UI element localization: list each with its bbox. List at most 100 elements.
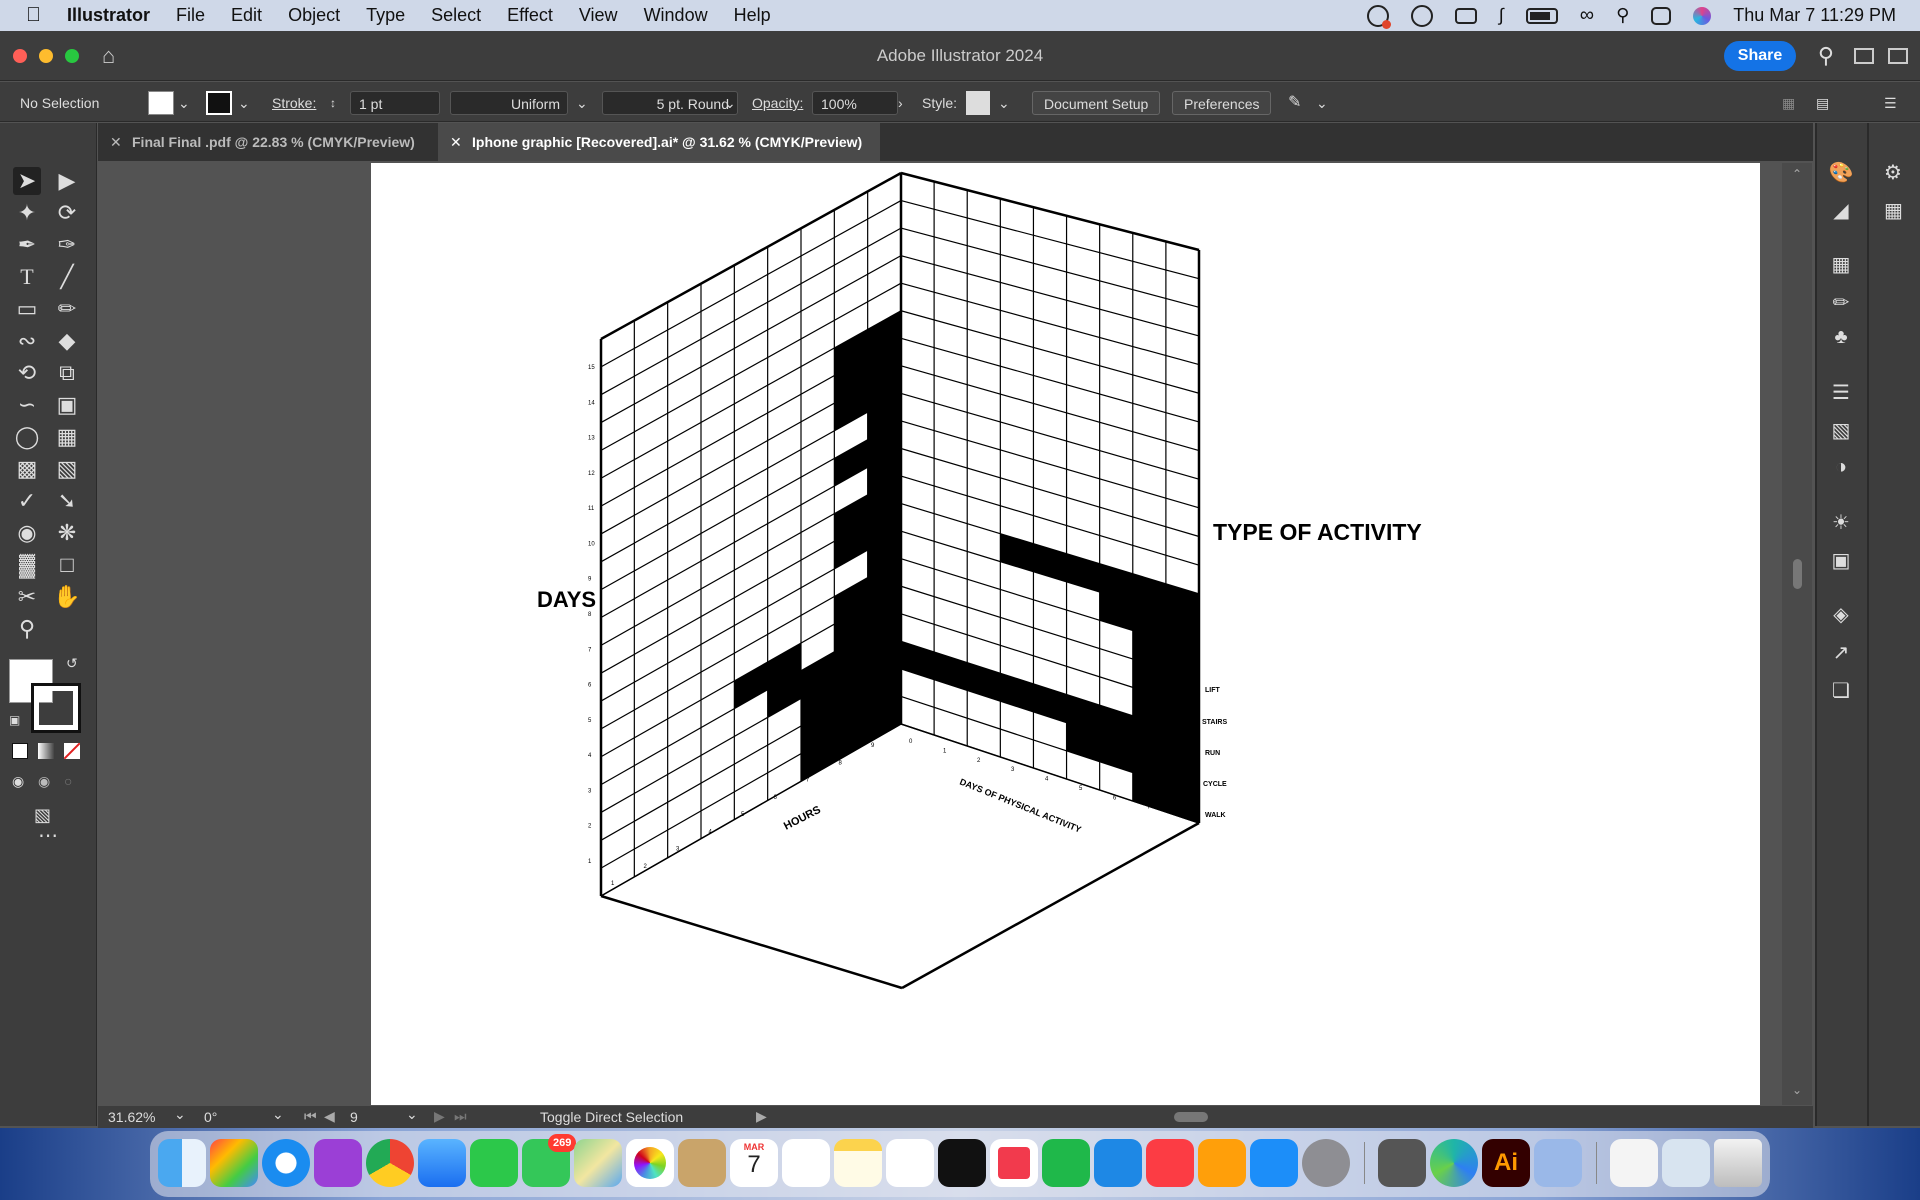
direct-selection-tool-icon[interactable]: ▶: [53, 167, 81, 195]
style-swatch[interactable]: [966, 91, 990, 115]
app-store-icon[interactable]: [1250, 1139, 1298, 1187]
opacity-field[interactable]: 100%: [812, 91, 898, 115]
fill-dropdown-chevron-icon[interactable]: ⌄: [178, 91, 190, 115]
recent-files-stack-icon[interactable]: [1662, 1139, 1710, 1187]
preferences-button[interactable]: Preferences: [1172, 91, 1272, 115]
numbers-icon[interactable]: [1042, 1139, 1090, 1187]
maps-icon[interactable]: [574, 1139, 622, 1187]
color-guide-icon[interactable]: ◢: [1828, 198, 1854, 222]
control-center-icon[interactable]: [1651, 6, 1672, 25]
menu-type[interactable]: Type: [366, 5, 405, 26]
libraries-panel-icon[interactable]: ▦: [1884, 198, 1903, 223]
search-icon[interactable]: ⚲: [1818, 43, 1834, 69]
stroke-swatch[interactable]: [206, 91, 232, 115]
apple-tv-icon[interactable]: [938, 1139, 986, 1187]
hand-tool-icon[interactable]: ✋: [53, 583, 81, 611]
horizontal-scroll-thumb[interactable]: [1174, 1112, 1208, 1122]
menu-app-name[interactable]: Illustrator: [67, 5, 150, 26]
spotlight-search-icon[interactable]: ⚲: [1616, 5, 1629, 26]
zoom-tool-icon[interactable]: ⚲: [13, 615, 41, 643]
freeform-icon[interactable]: [886, 1139, 934, 1187]
lasso-tool-icon[interactable]: ⟳: [53, 199, 81, 227]
creative-cloud-icon[interactable]: [1366, 4, 1391, 29]
scroll-up-icon[interactable]: ⌃: [1792, 167, 1802, 181]
profile-chevron-icon[interactable]: ⌄: [576, 91, 588, 115]
first-artboard-icon[interactable]: ⏮: [304, 1108, 317, 1125]
contacts-icon[interactable]: [678, 1139, 726, 1187]
width-tool-icon[interactable]: ∽: [13, 391, 41, 419]
rotate-tool-icon[interactable]: ⟲: [13, 359, 41, 387]
artboards-icon[interactable]: ❏: [1828, 678, 1854, 702]
menu-edit[interactable]: Edit: [231, 5, 262, 26]
scroll-down-icon[interactable]: ⌄: [1792, 1083, 1802, 1097]
symbol-sprayer-tool-icon[interactable]: ❋: [53, 519, 81, 547]
scroll-thumb[interactable]: [1793, 559, 1802, 589]
horizontal-scrollbar[interactable]: [778, 1108, 1798, 1126]
brush-definition[interactable]: 5 pt. Round: [602, 91, 738, 115]
color-mode-button[interactable]: [12, 743, 28, 759]
none-mode-button[interactable]: [64, 743, 80, 759]
quick-actions-chevron-icon[interactable]: ⌄: [1316, 91, 1328, 115]
clock[interactable]: Thu Mar 7 11:29 PM: [1733, 5, 1896, 26]
variable-width-profile[interactable]: Uniform: [450, 91, 568, 115]
magic-wand-tool-icon[interactable]: ✦: [13, 199, 41, 227]
sync-icon[interactable]: [1410, 4, 1433, 27]
transparency-icon[interactable]: ◑: [1828, 456, 1854, 480]
keyboard-icon[interactable]: [1454, 7, 1477, 24]
perspective-grid-tool-icon[interactable]: ▦: [53, 423, 81, 451]
swatches-icon[interactable]: ▦: [1828, 252, 1854, 276]
menu-effect[interactable]: Effect: [507, 5, 553, 26]
shape-builder-tool-icon[interactable]: ◯: [13, 423, 41, 451]
artboard[interactable]: DAYS TYPE OF ACTIVITY HOURS DAYS OF PHYS…: [371, 163, 1760, 1105]
panel-toggle-icon[interactable]: [1888, 48, 1908, 64]
share-button[interactable]: Share: [1724, 41, 1796, 71]
paintbrush-tool-icon[interactable]: ✏: [53, 295, 81, 323]
gradient-panel-icon[interactable]: ▧: [1828, 418, 1854, 442]
style-chevron-icon[interactable]: ⌄: [998, 91, 1010, 115]
menu-window[interactable]: Window: [644, 5, 708, 26]
news-icon[interactable]: [990, 1139, 1038, 1187]
stroke-color-swatch[interactable]: [31, 683, 81, 733]
zoom-chevron-icon[interactable]: ⌄: [174, 1106, 186, 1123]
selection-tool-icon[interactable]: ➤: [13, 167, 41, 195]
draw-behind-icon[interactable]: ◉: [38, 773, 50, 790]
line-segment-tool-icon[interactable]: ╱: [53, 263, 81, 291]
rectangle-tool-icon[interactable]: ▭: [13, 295, 41, 323]
opacity-label[interactable]: Opacity:: [752, 91, 803, 115]
apple-icon[interactable]: : [26, 4, 41, 27]
draw-inside-icon[interactable]: ○: [64, 773, 72, 789]
stroke-dropdown-chevron-icon[interactable]: ⌄: [238, 91, 250, 115]
shaper-tool-icon[interactable]: ∾: [13, 327, 41, 355]
link-icon[interactable]: ∞: [1580, 4, 1594, 27]
next-artboard-icon[interactable]: ▶: [434, 1108, 445, 1125]
column-graph-tool-icon[interactable]: ▓: [13, 551, 41, 579]
artboard-chevron-icon[interactable]: ⌄: [406, 1106, 418, 1123]
siri-icon[interactable]: [1693, 6, 1712, 25]
scale-tool-icon[interactable]: ⧉: [53, 359, 81, 387]
photos-icon[interactable]: [626, 1139, 674, 1187]
gradient-tool-icon[interactable]: ▧: [53, 455, 81, 483]
menu-select[interactable]: Select: [431, 5, 481, 26]
menu-view[interactable]: View: [579, 5, 618, 26]
menu-help[interactable]: Help: [734, 5, 771, 26]
fill-swatch[interactable]: [148, 91, 174, 115]
launchpad-icon[interactable]: [210, 1139, 258, 1187]
pen-tool-icon[interactable]: ✒: [13, 231, 41, 259]
document-setup-button[interactable]: Document Setup: [1032, 91, 1161, 115]
brushes-icon[interactable]: ✏: [1828, 290, 1854, 314]
vertical-scrollbar[interactable]: ⌃ ⌄: [1782, 163, 1812, 1105]
menu-object[interactable]: Object: [288, 5, 340, 26]
calendar-icon[interactable]: MAR 7: [730, 1139, 778, 1187]
gradient-mode-button[interactable]: [38, 743, 54, 759]
graphic-styles-icon[interactable]: ▣: [1828, 548, 1854, 572]
brush-chevron-icon[interactable]: ⌄: [724, 91, 736, 115]
draw-normal-icon[interactable]: ◉: [12, 773, 24, 790]
podcasts-icon[interactable]: [314, 1139, 362, 1187]
symbols-icon[interactable]: ♣: [1828, 326, 1854, 350]
artboard-number-field[interactable]: 9: [350, 1109, 358, 1125]
quick-actions-icon[interactable]: ✎: [1288, 91, 1301, 115]
transform-icon[interactable]: ▤: [1816, 91, 1829, 115]
screenshot-app-icon[interactable]: [1378, 1139, 1426, 1187]
appearance-icon[interactable]: ☀: [1828, 510, 1854, 534]
stroke-label[interactable]: Stroke:: [272, 91, 316, 115]
